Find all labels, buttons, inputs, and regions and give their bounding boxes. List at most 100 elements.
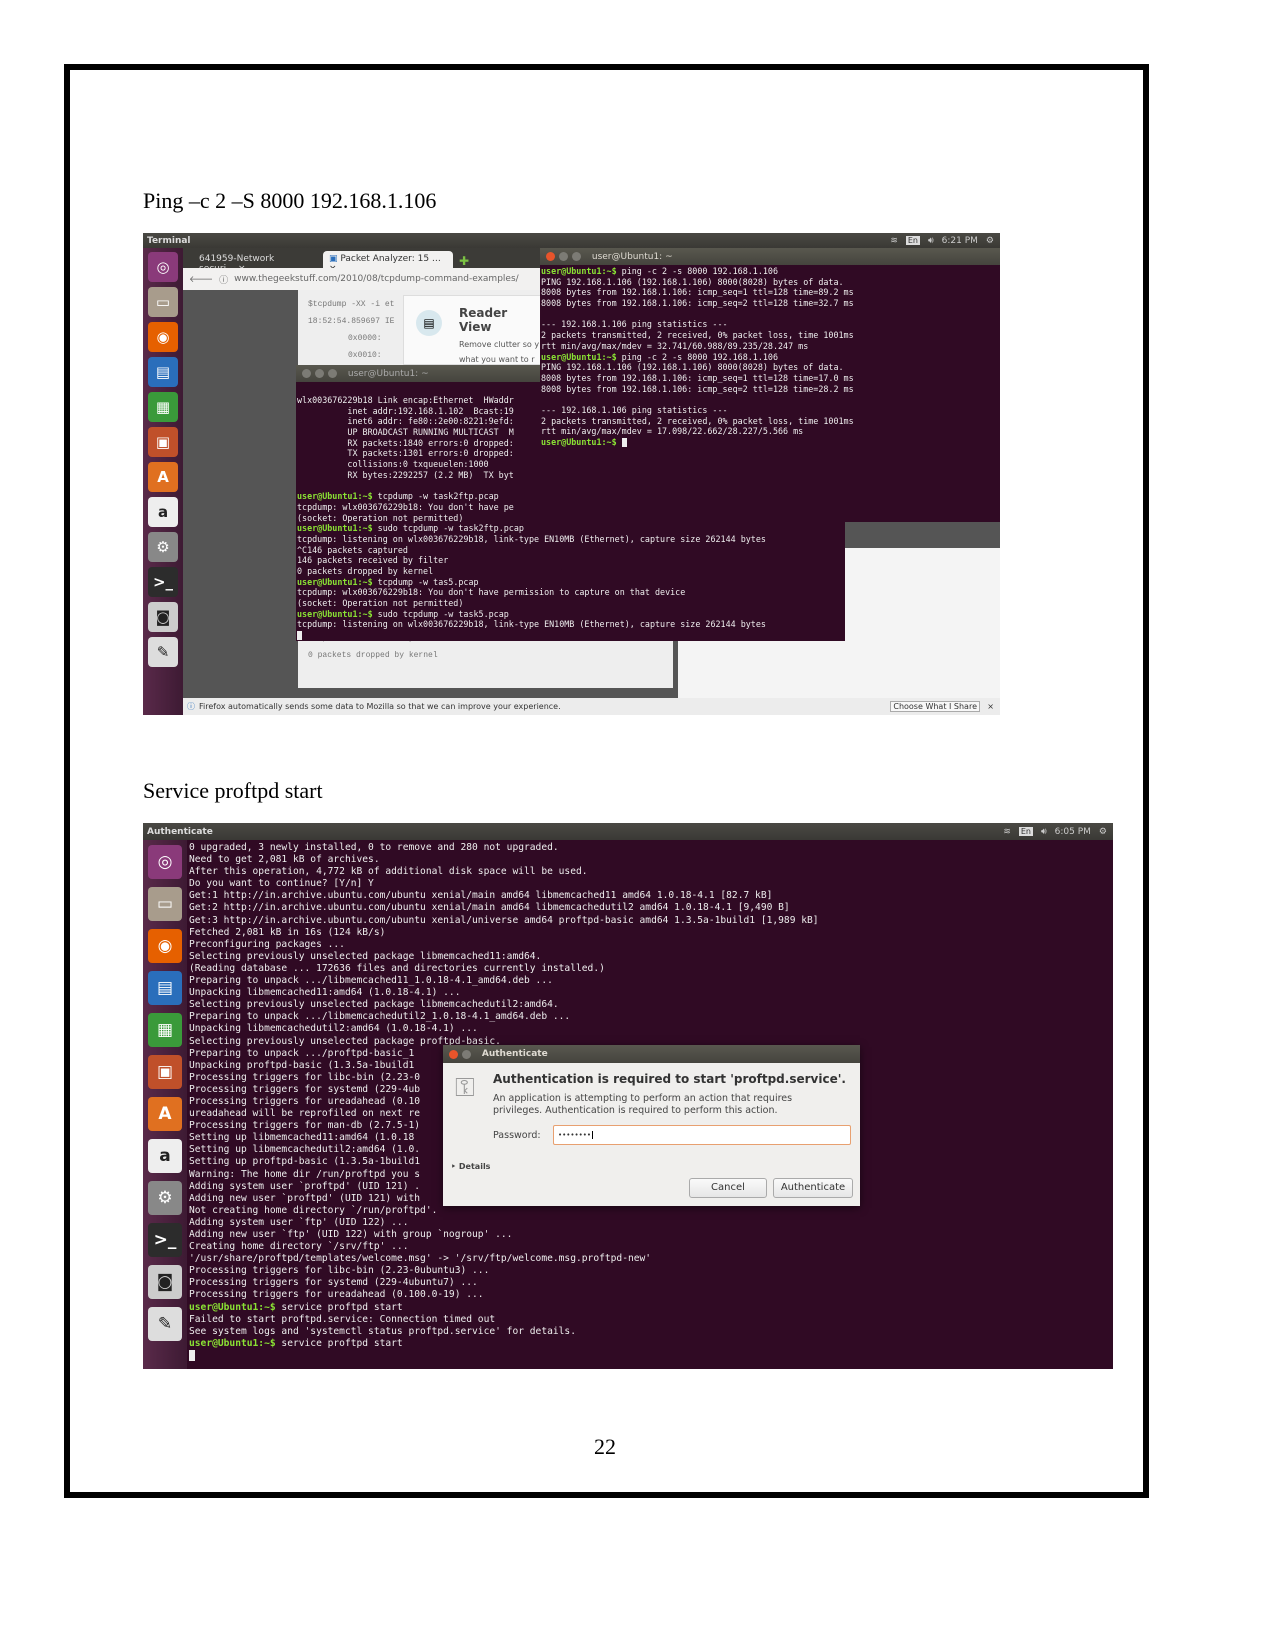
reader-view-icon[interactable]: ▤ — [416, 310, 442, 336]
authenticate-button[interactable]: Authenticate — [773, 1178, 853, 1198]
terminal-line: Need to get 2,081 kB of archives. — [189, 854, 819, 866]
terminal-text: (socket: Operation not permitted) — [297, 512, 464, 523]
ubuntu-dash-icon[interactable]: ◎ — [148, 845, 182, 879]
close-icon[interactable] — [546, 252, 555, 261]
settings-icon[interactable]: ⚙ — [148, 532, 178, 562]
browser-tab[interactable]: 641959-Network securi… × — [191, 251, 321, 274]
maximize-icon[interactable] — [572, 252, 581, 261]
minimize-icon[interactable] — [315, 369, 324, 378]
minimize-icon[interactable] — [462, 1049, 471, 1059]
password-input[interactable]: •••••••• — [553, 1125, 851, 1145]
terminal-line: 0 upgraded, 3 newly installed, 0 to remo… — [189, 842, 819, 854]
password-label: Password: — [493, 1130, 541, 1141]
notification-bar: ⓘ Firefox automatically sends some data … — [183, 698, 1000, 715]
terminal-icon[interactable]: >_ — [148, 567, 178, 597]
terminal-text: PING 192.168.1.106 (192.168.1.106) 8000(… — [541, 276, 844, 287]
firefox-icon[interactable]: ◉ — [148, 929, 182, 963]
launcher: ◎ ▭ ◉ ▤ ▦ ▣ Aa ⚙ >_ ◙ ✎ — [143, 248, 183, 715]
wifi-icon[interactable]: ≋ — [890, 236, 898, 246]
close-notification-button[interactable]: × — [987, 702, 994, 711]
close-icon[interactable] — [449, 1049, 458, 1059]
camera-icon[interactable]: ◙ — [148, 602, 178, 632]
terminal-icon[interactable]: >_ — [148, 1223, 182, 1257]
choose-what-i-share-button[interactable]: Choose What I Share — [890, 701, 980, 712]
terminal-text: Selecting previously unselected package … — [189, 999, 559, 1011]
terminal-line — [297, 630, 766, 641]
terminal-text: tcpdump -w tas5.pcap — [372, 576, 479, 587]
keyboard-layout[interactable]: En — [905, 236, 920, 245]
content-line: 0 packets dropped by kernel — [308, 651, 438, 660]
terminal-text: 0 packets dropped by kernel — [297, 566, 434, 576]
launcher: ◎ ▭ ◉ ▤ ▦ ▣ Aa ⚙ >_ ◙ ✎ — [143, 840, 187, 1369]
screenshot-ping: Terminal ≋ En 🔊︎ 6:21 PM ⚙ ◎ ▭ ◉ ▤ ▦ ▣ Aa ⚙ >_ ◙ ✎… — [143, 233, 1000, 715]
terminal-titlebar: user@Ubuntu1: ~ — [540, 248, 1000, 265]
software-center-icon[interactable]: A — [148, 462, 178, 492]
close-icon[interactable] — [302, 369, 311, 378]
clock[interactable]: 6:05 PM — [1055, 827, 1091, 837]
terminal-text: Warning: The home dir /run/proftpd you s — [189, 1168, 421, 1180]
shell-prompt: user@Ubuntu1:~$ — [541, 266, 617, 276]
impress-icon[interactable]: ▣ — [148, 1055, 182, 1089]
gear-icon[interactable]: ⚙ — [986, 236, 994, 246]
minimize-icon[interactable] — [559, 252, 568, 261]
calc-icon[interactable]: ▦ — [148, 392, 178, 422]
details-expander[interactable]: ‣ Details — [451, 1162, 490, 1171]
writer-icon[interactable]: ▤ — [148, 357, 178, 387]
terminal-text: UP BROADCAST RUNNING MULTICAST M — [297, 427, 514, 438]
terminal-text: sudo tcpdump -w task2ftp.pcap — [372, 523, 524, 534]
terminal-text: tcpdump: wlx003676229b18: You don't have… — [297, 501, 514, 512]
app-icon[interactable]: ✎ — [148, 637, 178, 667]
terminal-text: Creating home directory `/srv/ftp' ... — [189, 1241, 409, 1253]
files-icon[interactable]: ▭ — [148, 287, 178, 317]
terminal-text: tcpdump: listening on wlx003676229b18, l… — [297, 619, 766, 630]
shell-prompt: user@Ubuntu1:~$ — [541, 351, 617, 362]
url-bar[interactable]: www.thegeekstuff.com/2010/08/tcpdump-com… — [234, 274, 519, 284]
terminal-line: Processing triggers for libc-bin (2.23-0… — [189, 1265, 819, 1277]
page-number: 22 — [594, 1434, 616, 1459]
writer-icon[interactable]: ▤ — [148, 971, 182, 1005]
camera-icon[interactable]: ◙ — [148, 1265, 182, 1299]
dialog-titlebar: Authenticate — [443, 1045, 860, 1063]
terminal-text: See system logs and 'systemctl status pr… — [189, 1325, 576, 1337]
terminal-line: Selecting previously unselected package … — [189, 999, 819, 1011]
info-icon: ⓘ — [187, 702, 195, 711]
section-heading-ping: Ping –c 2 –S 8000 192.168.1.106 — [143, 188, 437, 213]
terminal-line: Adding system user `ftp' (UID 122) ... — [189, 1217, 819, 1229]
terminal-text: Processing triggers for ureadahead (0.10… — [189, 1289, 484, 1301]
software-center-icon[interactable]: A — [148, 1097, 182, 1131]
browser-tab-active[interactable]: ▣ Packet Analyzer: 15 … × — [323, 251, 453, 274]
cancel-button[interactable]: Cancel — [689, 1178, 767, 1198]
terminal-window-front[interactable]: user@Ubuntu1: ~ user@Ubuntu1:~$ ping -c … — [540, 248, 1000, 522]
terminal-text: Selecting previously unselected package … — [189, 950, 542, 962]
settings-icon[interactable]: ⚙ — [148, 1181, 182, 1215]
dialog-message: An application is attempting to perform … — [493, 1093, 793, 1116]
files-icon[interactable]: ▭ — [148, 887, 182, 921]
calc-icon[interactable]: ▦ — [148, 1013, 182, 1047]
keyboard-layout[interactable]: En — [1018, 827, 1033, 836]
authenticate-dialog: Authenticate ⚿ Authentication is require… — [443, 1045, 860, 1206]
maximize-icon[interactable] — [328, 369, 337, 378]
dialog-title: Authenticate — [481, 1049, 548, 1059]
volume-icon[interactable]: 🔊︎ — [928, 236, 934, 246]
top-panel: Authenticate ≋ En 🔊︎ 6:05 PM ⚙ — [143, 823, 1113, 840]
terminal-text: Preparing to unpack .../libmemcached11_1… — [189, 975, 553, 987]
terminal-text: Fetched 2,081 kB in 16s (124 kB/s) — [189, 926, 386, 938]
back-icon[interactable]: 🡐 — [189, 274, 213, 285]
amazon-icon[interactable]: a — [148, 1139, 182, 1173]
terminal-text: tcpdump: wlx003676229b18: You don't have… — [297, 587, 686, 598]
terminal-text: 146 packets received by filter — [297, 555, 449, 566]
firefox-icon[interactable]: ◉ — [148, 322, 178, 352]
app-icon[interactable]: ✎ — [148, 1307, 182, 1341]
gear-icon[interactable]: ⚙ — [1099, 827, 1107, 837]
amazon-icon[interactable]: a — [148, 497, 178, 527]
clock[interactable]: 6:21 PM — [942, 236, 978, 246]
impress-icon[interactable]: ▣ — [148, 427, 178, 457]
new-tab-icon[interactable]: ✚ — [455, 254, 473, 268]
volume-icon[interactable]: 🔊︎ — [1041, 827, 1047, 837]
terminal-line: --- 192.168.1.106 ping statistics --- — [541, 405, 854, 416]
ubuntu-dash-icon[interactable]: ◎ — [148, 252, 178, 282]
terminal-line: Creating home directory `/srv/ftp' ... — [189, 1241, 819, 1253]
terminal-text: Setting up proftpd-basic (1.3.5a-1build1 — [189, 1156, 421, 1168]
wifi-icon[interactable]: ≋ — [1003, 827, 1011, 837]
